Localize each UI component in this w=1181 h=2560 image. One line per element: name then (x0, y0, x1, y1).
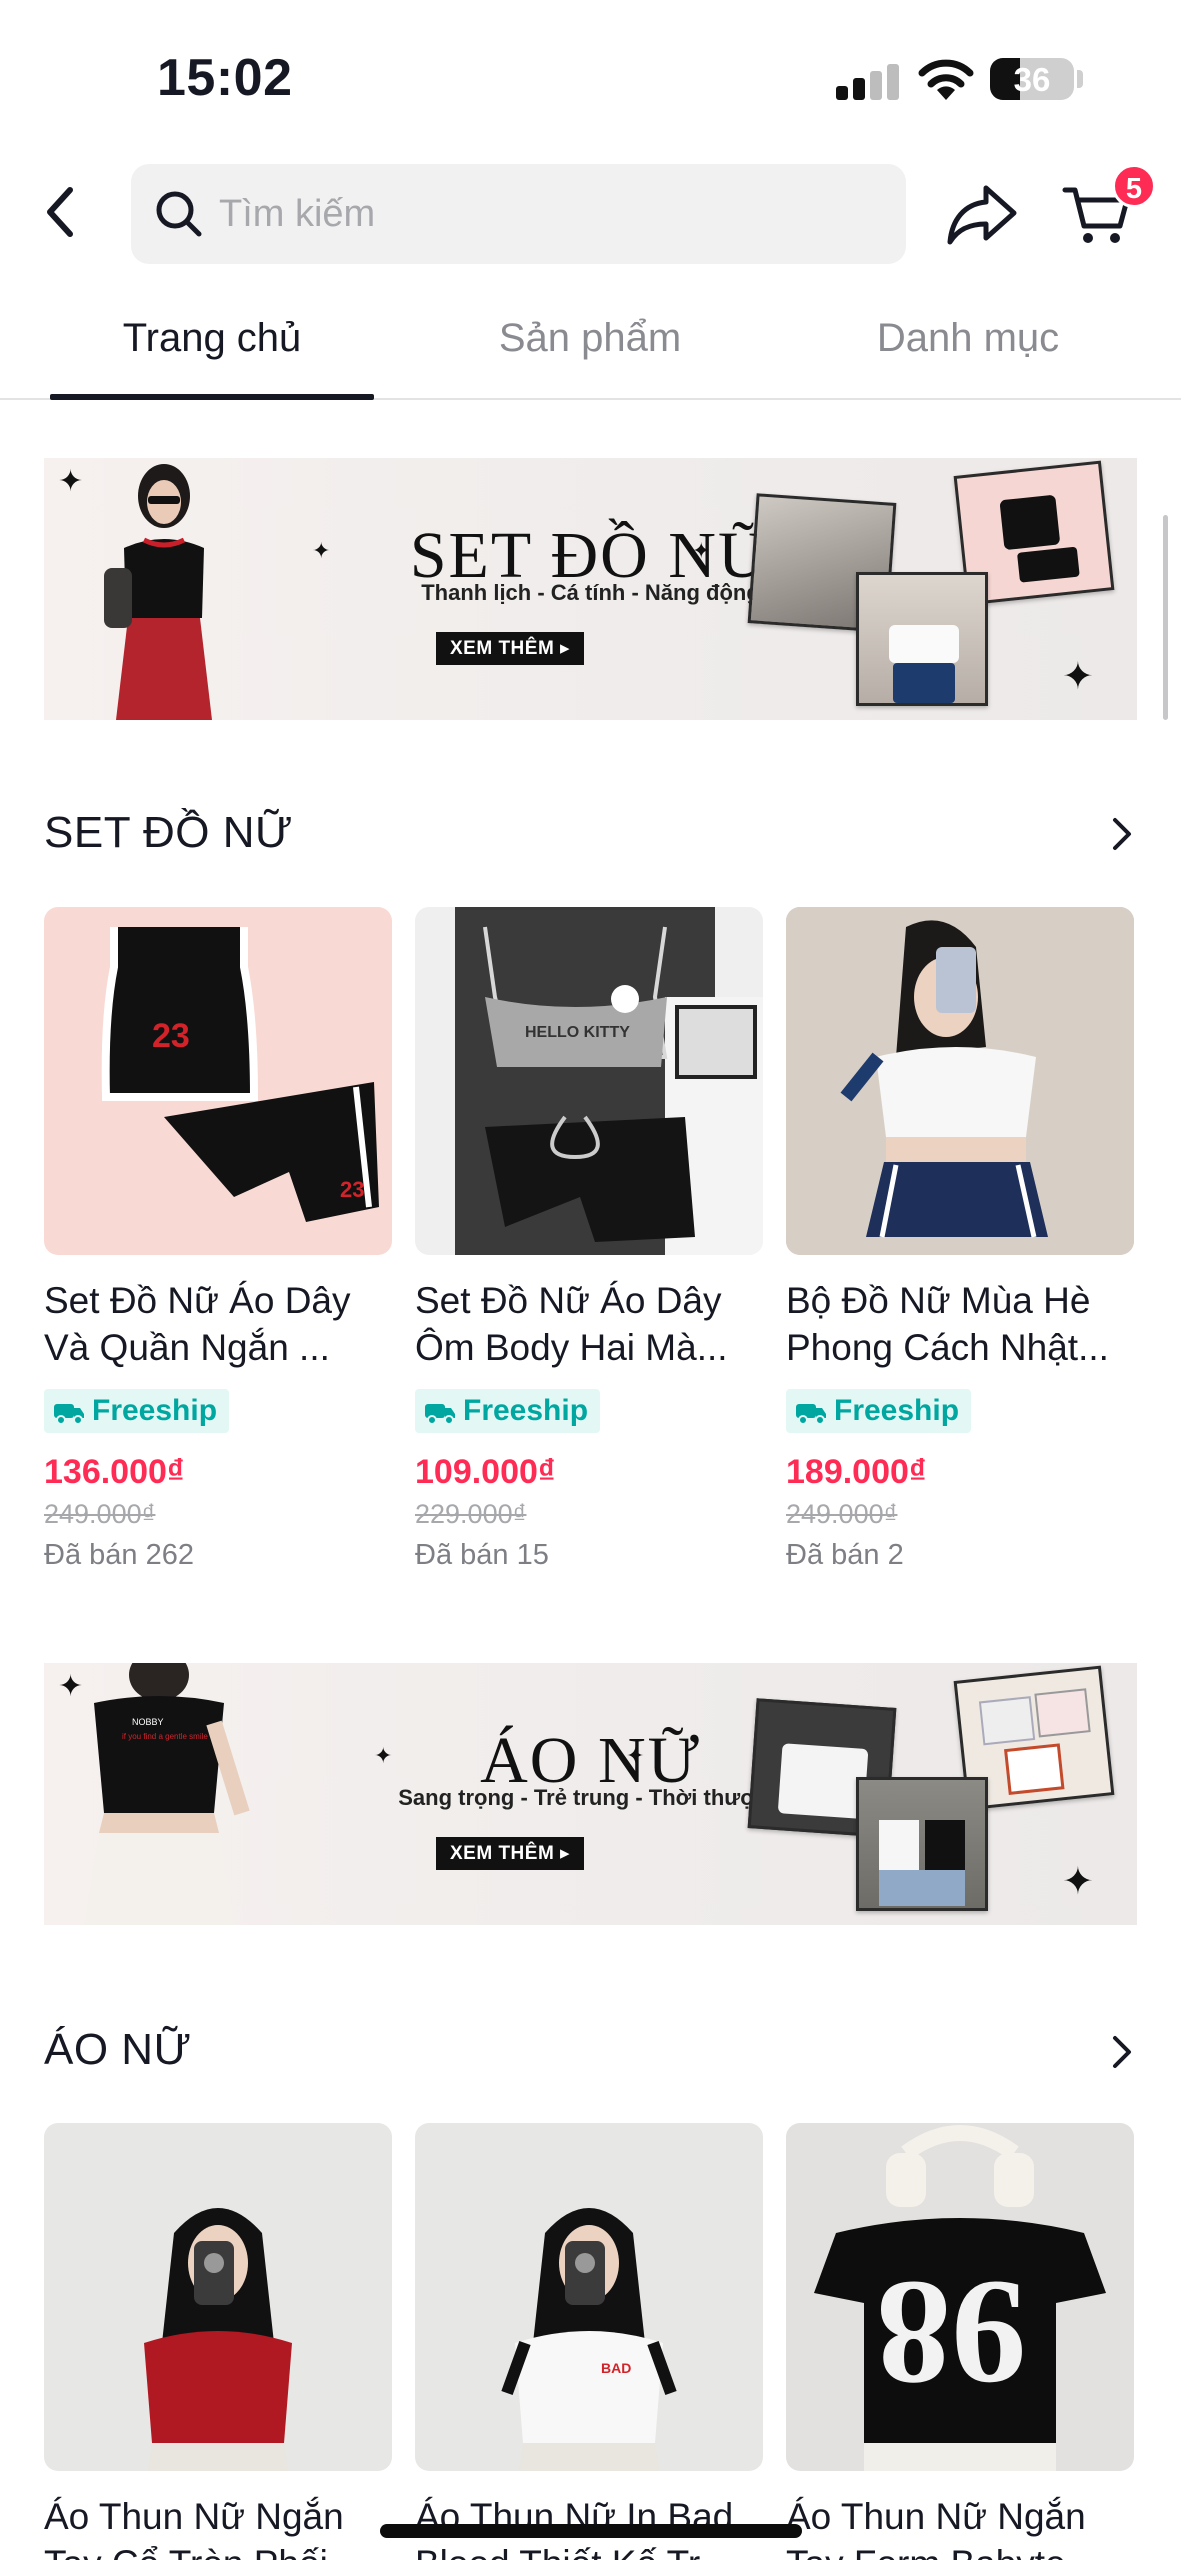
product-card[interactable]: Bộ Đồ Nữ Mùa Hè Phong Cách Nhật... Frees… (786, 907, 1134, 1587)
svg-text:23: 23 (152, 1017, 190, 1055)
product-card[interactable]: BAD Áo Thun Nữ In Bad Blood Thiết Kế Tr.… (415, 2123, 763, 2560)
product-card[interactable]: 98 Áo Thun Nữ Ngắn Tay Form Babyte... (786, 2123, 1134, 2560)
banner-photo (856, 1777, 988, 1911)
sparkle-icon: ✦ (58, 465, 84, 498)
banner-ao-nu[interactable]: NOBBY if you find a gentle smile ✦ ÁO NỮ… (44, 1663, 1137, 1925)
freeship-badge: Freeship (415, 1389, 601, 1433)
product-price: 136.000₫ (44, 1453, 185, 1491)
section-title: SET ĐỒ NỮ (44, 808, 294, 857)
truck-icon (796, 1404, 826, 1425)
sparkle-icon: ✦ (692, 538, 711, 563)
scrollbar[interactable] (1163, 515, 1168, 720)
product-card[interactable]: 23 23 Set Đồ Nữ Áo Dây Và Quần Ngắn ... … (44, 907, 392, 1587)
tab-products[interactable]: Sản phẩm (430, 316, 750, 396)
back-icon[interactable] (36, 180, 86, 244)
product-card[interactable]: Áo Thun Nữ Ngắn Tay Cổ Tròn Phối... (44, 2123, 392, 2560)
product-sold-count: Đã bán 262 (44, 1539, 194, 1571)
search-icon (156, 191, 202, 237)
chevron-right-icon[interactable] (1106, 2030, 1138, 2074)
sparkle-icon: ✦ (58, 1670, 84, 1703)
product-image: HELLO KITTY (415, 907, 763, 1255)
svg-text:HELLO KITTY: HELLO KITTY (525, 1024, 630, 1041)
tab-categories[interactable]: Danh mục (808, 316, 1128, 396)
freeship-badge: Freeship (786, 1389, 972, 1433)
product-original-price: 249.000₫ (786, 1499, 898, 1529)
status-time: 15:02 (157, 49, 293, 107)
svg-text:23: 23 (340, 1177, 364, 1202)
product-price: 109.000₫ (415, 1453, 556, 1491)
status-bar: 15:02 36 (0, 0, 1181, 150)
svg-text:98: 98 (876, 2250, 1026, 2416)
active-tab-indicator (50, 394, 374, 400)
truck-icon (54, 1404, 84, 1425)
sparkle-icon: ✦ (374, 1743, 393, 1768)
see-more-button[interactable]: XEM THÊM ▸ (436, 1837, 585, 1870)
product-original-price: 229.000₫ (415, 1499, 527, 1529)
store-tabs: Trang chủ Sản phẩm Danh mục (0, 300, 1181, 400)
home-indicator[interactable] (380, 2524, 802, 2538)
product-name: Áo Thun Nữ Ngắn Tay Form Babyte... (786, 2496, 1097, 2560)
product-name: Set Đồ Nữ Áo Dây Và Quần Ngắn ... (44, 1280, 351, 1368)
sparkle-icon: ✦ (1062, 656, 1094, 698)
see-more-button[interactable]: XEM THÊM ▸ (436, 632, 585, 665)
product-image (786, 907, 1134, 1255)
svg-text:BAD: BAD (601, 2360, 631, 2376)
cart-count-badge: 5 (1112, 164, 1156, 208)
search-bar[interactable] (131, 164, 906, 264)
product-image: BAD (415, 2123, 763, 2471)
tab-home[interactable]: Trang chủ (50, 316, 374, 396)
product-image: 23 23 (44, 907, 392, 1255)
freeship-badge: Freeship (44, 1389, 230, 1433)
wifi-icon (918, 59, 974, 100)
banner-photo (856, 572, 988, 706)
top-header: 5 (0, 150, 1181, 275)
product-name: Bộ Đồ Nữ Mùa Hè Phong Cách Nhật... (786, 1280, 1109, 1368)
share-icon[interactable] (946, 180, 1020, 246)
sparkle-icon: ✦ (312, 538, 331, 563)
product-sold-count: Đã bán 15 (415, 1539, 549, 1571)
battery-icon: 36 (990, 58, 1074, 100)
product-name: Set Đồ Nữ Áo Dây Ôm Body Hai Mà... (415, 1280, 728, 1368)
chevron-right-icon[interactable] (1106, 812, 1138, 856)
search-input[interactable] (219, 164, 879, 264)
cellular-signal-icon (836, 64, 900, 100)
sparkle-icon: ✦ (1062, 1861, 1094, 1903)
section-title: ÁO NỮ (44, 2025, 192, 2074)
battery-level: 36 (1013, 61, 1051, 98)
product-name: Áo Thun Nữ Ngắn Tay Cổ Tròn Phối... (44, 2496, 359, 2560)
product-sold-count: Đã bán 2 (786, 1539, 904, 1571)
product-card[interactable]: HELLO KITTY Set Đồ Nữ Áo Dây Ôm Body Hai… (415, 907, 763, 1587)
banner-set-do-nu[interactable]: ✦ SET ĐỒ NỮ ✦ ✦ Thanh lịch - Cá tính - N… (44, 458, 1137, 720)
product-image: 98 (786, 2123, 1134, 2471)
product-original-price: 249.000₫ (44, 1499, 156, 1529)
product-image (44, 2123, 392, 2471)
truck-icon (425, 1404, 455, 1425)
battery-tip (1077, 70, 1083, 88)
product-price: 189.000₫ (786, 1453, 927, 1491)
sparkle-icon: ✦ (626, 1743, 645, 1768)
